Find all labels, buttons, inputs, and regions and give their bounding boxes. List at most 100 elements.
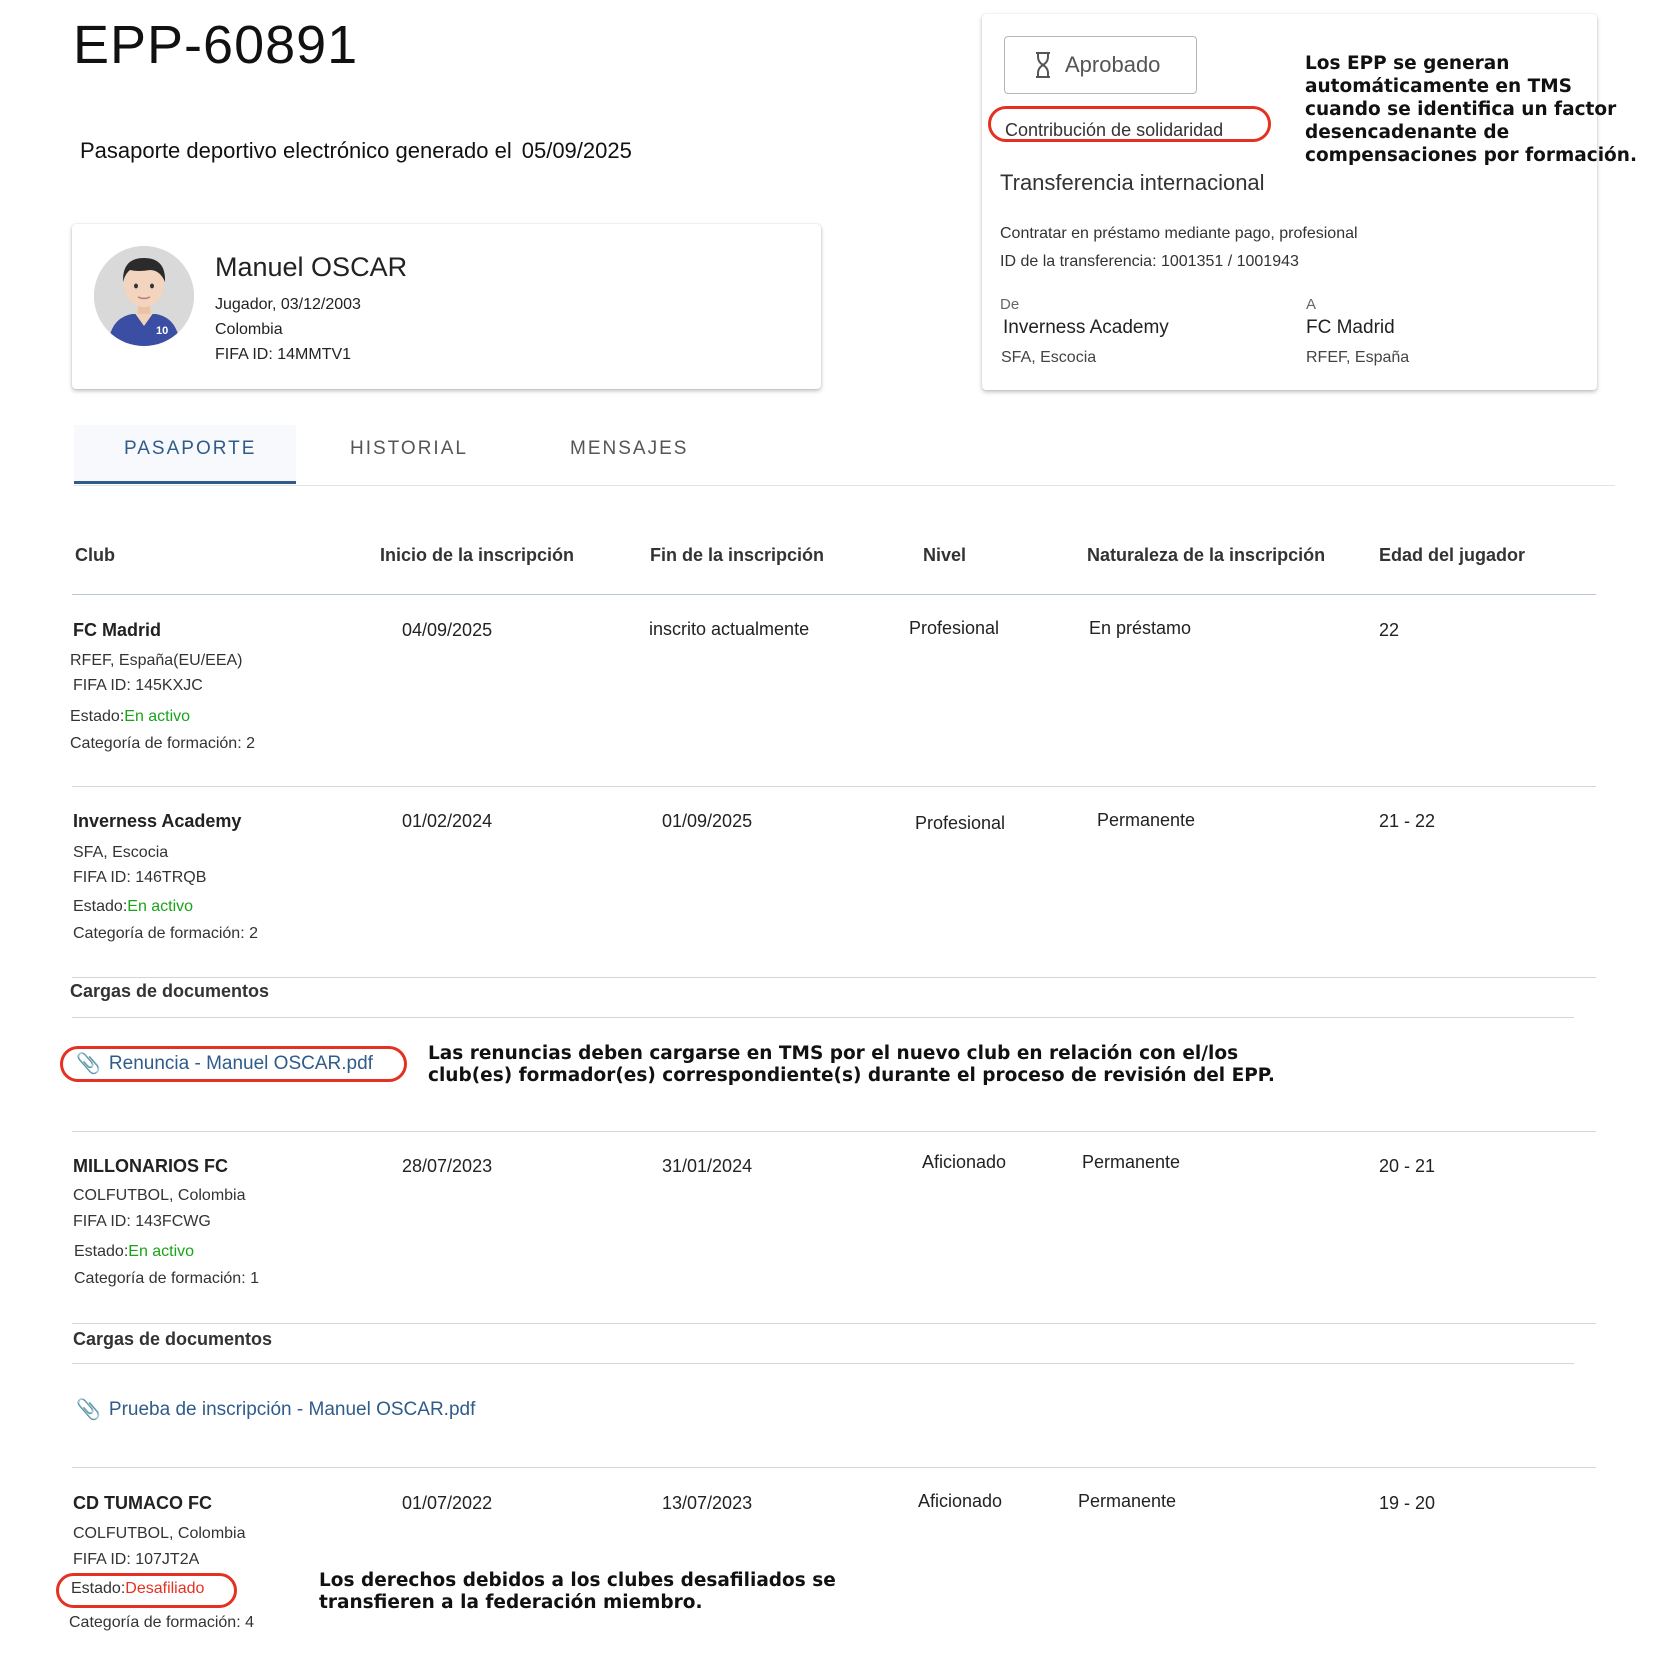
- registration-end: 13/07/2023: [662, 1493, 753, 1513]
- registration-end: inscrito actualmente: [649, 619, 810, 639]
- epp-info-line: desencadenante de: [1305, 122, 1510, 143]
- generated-info: Pasaporte deportivo electrónico generado…: [80, 138, 632, 164]
- club-federation: COLFUTBOL, Colombia: [73, 1525, 246, 1542]
- registration-end: 31/01/2024: [662, 1156, 753, 1176]
- epp-info-line: compensaciones por formación.: [1305, 145, 1637, 166]
- waiver-info-line: Las renuncias deben cargarse en TMS por …: [428, 1043, 1239, 1064]
- player-age: 22: [1379, 620, 1400, 640]
- status-prefix: Estado:: [71, 1580, 126, 1597]
- tab-historial[interactable]: HISTORIAL: [350, 438, 468, 460]
- club-status: Estado:Desafiliado: [71, 1580, 204, 1598]
- training-category: Categoría de formación: 2: [73, 925, 258, 942]
- column-header-level: Nivel: [923, 545, 967, 565]
- header-divider: [72, 594, 1596, 595]
- column-header-nature: Naturaleza de la inscripción: [1087, 545, 1326, 565]
- club-fifa-id: FIFA ID: 145KXJC: [73, 677, 203, 694]
- generated-date: 05/09/2025: [521, 138, 632, 163]
- row-divider: [72, 1131, 1596, 1132]
- player-age: 21 - 22: [1379, 811, 1436, 831]
- player-avatar-icon: 10: [94, 246, 194, 346]
- transfer-type-tag: Contribución de solidaridad: [1005, 120, 1224, 140]
- status-value: Desafiliado: [125, 1580, 205, 1597]
- registration-proof-document-link[interactable]: 📎 Prueba de inscripción - Manuel OSCAR.p…: [76, 1397, 475, 1422]
- epp-info-line: Los EPP se generan: [1305, 53, 1510, 74]
- club-name: Inverness Academy: [73, 811, 242, 831]
- from-federation: SFA, Escocia: [1001, 349, 1097, 366]
- club-federation: COLFUTBOL, Colombia: [73, 1187, 246, 1204]
- club-name: CD TUMACO FC: [73, 1493, 212, 1513]
- generated-label: Pasaporte deportivo electrónico generado…: [80, 138, 512, 163]
- waiver-document-link[interactable]: 📎 Renuncia - Manuel OSCAR.pdf: [76, 1051, 373, 1076]
- training-category: Categoría de formación: 1: [74, 1270, 259, 1287]
- training-category: Categoría de formación: 4: [69, 1614, 254, 1631]
- status-prefix: Estado:: [70, 708, 125, 725]
- training-category: Categoría de formación: 2: [70, 735, 255, 752]
- status-prefix: Estado:: [73, 898, 128, 915]
- column-header-club: Club: [75, 545, 115, 565]
- to-federation: RFEF, España: [1306, 349, 1410, 366]
- waiver-info-note: Las renuncias deben cargarse en TMS por …: [428, 1043, 1275, 1087]
- documents-section-title: Cargas de documentos: [70, 981, 270, 1001]
- registration-nature: Permanente: [1078, 1491, 1177, 1511]
- club-federation: SFA, Escocia: [73, 844, 169, 861]
- player-fifa-id: FIFA ID: 14MMTV1: [215, 346, 352, 363]
- to-club: FC Madrid: [1306, 317, 1395, 338]
- player-avatar: 10: [94, 246, 194, 346]
- row-divider: [72, 1323, 1596, 1324]
- club-federation: RFEF, España(EU/EEA): [70, 652, 243, 669]
- hourglass-icon: [1036, 52, 1050, 78]
- page-title: EPP-60891: [73, 15, 359, 75]
- waiver-info-line: club(es) formador(es) correspondiente(s)…: [428, 1065, 1275, 1086]
- paperclip-icon: 📎: [76, 1053, 101, 1075]
- document-name: Manuel OSCAR.pdf: [308, 1398, 476, 1420]
- epp-info-note: Los EPP se generan automáticamente en TM…: [1305, 52, 1637, 167]
- club-fifa-id: FIFA ID: 143FCWG: [73, 1213, 211, 1230]
- from-label: De: [1000, 296, 1020, 313]
- player-role-line: Jugador, 03/12/2003: [215, 296, 361, 314]
- from-club: Inverness Academy: [1003, 317, 1169, 338]
- club-name: MILLONARIOS FC: [73, 1156, 228, 1176]
- column-header-end: Fin de la inscripción: [650, 545, 825, 565]
- transfer-type: Transferencia internacional: [1000, 170, 1265, 195]
- club-fifa-id: FIFA ID: 107JT2A: [73, 1551, 200, 1568]
- to-label: A: [1306, 296, 1317, 313]
- column-header-age: Edad del jugador: [1379, 545, 1526, 565]
- document-name: Manuel OSCAR.pdf: [206, 1052, 373, 1074]
- tab-mensajes[interactable]: MENSAJES: [570, 438, 688, 460]
- document-prefix: Prueba de inscripción -: [108, 1398, 309, 1420]
- club-status: Estado:En activo: [74, 1243, 194, 1261]
- player-age: 19 - 20: [1379, 1493, 1436, 1513]
- row-divider: [72, 786, 1596, 787]
- club-fifa-id: FIFA ID: 146TRQB: [73, 869, 207, 886]
- registration-nature: En préstamo: [1089, 618, 1192, 638]
- documents-section-title: Cargas de documentos: [73, 1329, 273, 1349]
- registration-level: Aficionado: [922, 1152, 1007, 1172]
- document-prefix: Renuncia -: [108, 1052, 207, 1074]
- transfer-id: ID de la transferencia: 1001351 / 100194…: [1000, 253, 1299, 270]
- status-label: Aprobado: [1065, 52, 1161, 77]
- column-header-start: Inicio de la inscripción: [380, 545, 575, 565]
- tab-pasaporte[interactable]: PASAPORTE: [124, 438, 256, 460]
- epp-info-line: automáticamente en TMS: [1305, 76, 1572, 97]
- club-status: Estado:En activo: [73, 898, 193, 916]
- status-button[interactable]: Aprobado: [1004, 36, 1197, 94]
- disaffiliated-info-note: Los derechos debidos a los clubes desafi…: [319, 1570, 836, 1614]
- registration-start: 01/02/2024: [402, 811, 493, 831]
- player-country: Colombia: [215, 321, 283, 338]
- disaffiliated-info-line: Los derechos debidos a los clubes desafi…: [319, 1570, 836, 1591]
- shirt-number: 10: [156, 325, 168, 337]
- club-status: Estado:En activo: [70, 708, 190, 726]
- registration-level: Profesional: [915, 813, 1006, 833]
- row-divider: [72, 977, 1596, 978]
- registration-start: 04/09/2025: [402, 620, 493, 640]
- documents-divider: [72, 1363, 1574, 1364]
- registration-level: Aficionado: [918, 1491, 1003, 1511]
- player-birthdate: 03/12/2003: [280, 296, 361, 313]
- registration-start: 28/07/2023: [402, 1156, 493, 1176]
- row-divider: [72, 1467, 1596, 1468]
- registration-nature: Permanente: [1082, 1152, 1181, 1172]
- club-name: FC Madrid: [73, 620, 161, 640]
- registration-end: 01/09/2025: [662, 811, 753, 831]
- status-value: En activo: [124, 708, 191, 725]
- epp-info-line: cuando se identifica un factor: [1305, 99, 1617, 120]
